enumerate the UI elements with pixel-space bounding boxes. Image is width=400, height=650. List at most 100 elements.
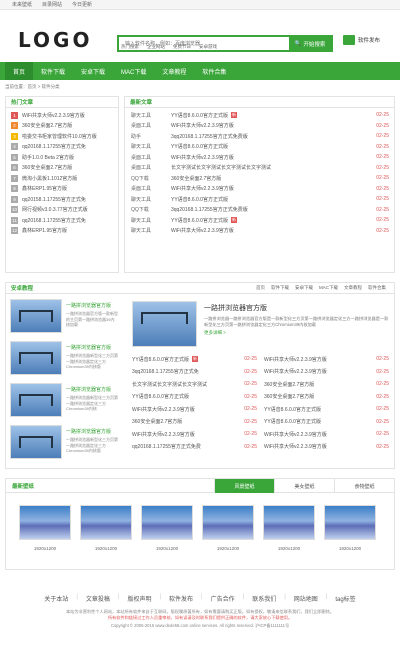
article-title[interactable]: YY语音8.6.0.0官方正式版 <box>171 196 228 203</box>
hot-search-link[interactable]: 免费节日 <box>173 44 191 50</box>
article-title[interactable]: 3qq20168.1.17255官方正式免费版 <box>171 206 248 213</box>
list-item[interactable]: 11 qq20168.1.17255官方正式免 <box>6 215 118 226</box>
footer-link[interactable]: 版权声明 <box>127 594 151 603</box>
article-title[interactable]: 助手1.0.0 Beta 2官方版 <box>22 154 74 161</box>
list-item[interactable]: 12 鑫林ERP1.95官方版 <box>6 226 118 237</box>
article-title[interactable]: WiFi共享大师v2.2.3.9官方版 <box>22 112 85 119</box>
list-item[interactable]: 桌面工具 WiFi共享大师v2.2.3.9官方版 02-25 <box>125 152 394 163</box>
article-title[interactable]: YY语音8.6.0.0官方正式版 <box>171 143 228 150</box>
tutorial-tab[interactable]: 首页 <box>256 285 265 291</box>
wallpaper-item[interactable]: 1920x1200 <box>80 505 132 551</box>
more-link[interactable]: 更多详细 > <box>204 330 389 336</box>
wallpaper-thumb[interactable] <box>141 505 193 540</box>
article-title[interactable]: 网行视频v3.0.3.77官方正式版 <box>22 206 88 213</box>
card-title[interactable]: 一路拼浏览器官方版 <box>66 386 118 393</box>
card-thumb[interactable] <box>10 341 62 375</box>
list-item[interactable]: WiFi共享大师v2.2.3.9官方版 02-25 <box>264 353 391 366</box>
article-title[interactable]: 360安全桌面2.7官方版 <box>132 418 182 425</box>
list-item[interactable]: 7 微淘小黑板1.1012官方版 <box>6 173 118 184</box>
card-thumb[interactable] <box>10 299 62 333</box>
wallpaper-item[interactable]: 1920x1200 <box>19 505 71 551</box>
list-item[interactable]: 9 qq20158.1.17255官方正式免 <box>6 194 118 205</box>
list-item[interactable]: 3 啦委交书柜家曾理软件10.0官方版 <box>6 131 118 142</box>
list-item[interactable]: 360安全桌面2.7官方版 02-25 <box>264 378 391 391</box>
feature-title[interactable]: 一路拼浏览器官方版 <box>204 303 389 313</box>
search-button[interactable]: 🔍 开始搜索 <box>289 37 331 50</box>
list-item[interactable]: 5 助手1.0.0 Beta 2官方版 <box>6 152 118 163</box>
top-link[interactable]: 今日更新 <box>72 1 92 8</box>
article-title[interactable]: YY语音8.6.0.0官方正式版 <box>132 393 189 400</box>
list-item[interactable]: 360安全桌面2.7官方版 02-25 <box>264 391 391 404</box>
card-title[interactable]: 一路拼浏览器官方版 <box>66 302 118 309</box>
list-item[interactable]: YY语音8.6.0.0官方正式版 02-25 <box>132 391 259 404</box>
list-item[interactable]: YY语音8.6.0.0官方正式版新 02-25 <box>132 353 259 366</box>
article-title[interactable]: YY语音8.6.0.0官方正式版 <box>171 112 228 119</box>
list-item[interactable]: WiFi共享大师v2.2.3.9官方版 02-25 <box>132 403 259 416</box>
article-title[interactable]: 3qq20168.1.17255官方正式免费版 <box>171 133 248 140</box>
tutorial-tab[interactable]: MAC下载 <box>319 285 338 291</box>
article-title[interactable]: 360安全桌面2.7官方版 <box>22 164 72 171</box>
logo[interactable]: LOGO <box>18 30 92 50</box>
article-title[interactable]: 360安全桌面2.7官方版 <box>264 393 314 400</box>
nav-item[interactable]: 文章教程 <box>154 62 194 80</box>
category-label[interactable]: 聊天工具 <box>131 217 171 224</box>
list-item[interactable]: QQ下载 360安全桌面2.7官方版 02-25 <box>125 173 394 184</box>
article-title[interactable]: WiFi共享大师v2.2.3.9官方版 <box>264 443 327 450</box>
article-title[interactable]: WiFi共享大师v2.2.3.9官方版 <box>132 431 195 438</box>
list-item[interactable]: qq20168.1.17255官方正式免费 02-25 <box>132 441 259 454</box>
wallpaper-tab[interactable]: 食物壁纸 <box>334 479 394 493</box>
nav-home[interactable]: 首页 <box>5 62 34 80</box>
list-item[interactable]: 聊天工具 YY语音8.6.0.0官方正式版 02-25 <box>125 142 394 153</box>
list-item[interactable]: YY语音8.6.0.0官方正式版 02-25 <box>264 403 391 416</box>
article-title[interactable]: qq20168.1.17255官方正式免 <box>22 143 86 150</box>
list-item[interactable]: YY语音8.6.0.0官方正式版 02-25 <box>264 416 391 429</box>
wallpaper-thumb[interactable] <box>263 505 315 540</box>
nav-item[interactable]: 软件下载 <box>33 62 73 80</box>
nav-item[interactable]: MAC下载 <box>113 62 154 80</box>
card-title[interactable]: 一路拼浏览器官方版 <box>66 428 118 435</box>
list-item[interactable]: 6 360安全桌面2.7官方版 <box>6 163 118 174</box>
wallpaper-item[interactable]: 1920x1200 <box>263 505 315 551</box>
footer-link[interactable]: 文章投稿 <box>86 594 110 603</box>
article-title[interactable]: 长文字测试长文字测试长文字测试长文字测试 <box>171 164 271 171</box>
article-title[interactable]: WiFi共享大师v2.2.3.9官方版 <box>171 185 234 192</box>
list-item[interactable]: 360安全桌面2.7官方版 02-25 <box>132 416 259 429</box>
list-item[interactable]: 4 qq20168.1.17255官方正式免 <box>6 142 118 153</box>
tutorial-tab[interactable]: 软件下载 <box>271 285 289 291</box>
article-title[interactable]: WiFi共享大师v2.2.3.9官方版 <box>264 431 327 438</box>
list-item[interactable]: 2 360安全桌面2.7官方版 <box>6 121 118 132</box>
list-item[interactable]: 3qq20168.1.17255官方正式免 02-25 <box>132 366 259 379</box>
article-title[interactable]: 啦委交书柜家曾理软件10.0官方版 <box>22 133 97 140</box>
tutorial-card[interactable]: 一路拼浏览器官方版 一路拼浏览器官方版一款新型的主页第一路拼浏览器39内核加载 <box>10 299 120 341</box>
category-label[interactable]: QQ下载 <box>131 175 171 182</box>
wallpaper-item[interactable]: 1920x1200 <box>202 505 254 551</box>
list-item[interactable]: WiFi共享大师v2.2.3.9官方版 02-25 <box>264 441 391 454</box>
nav-item[interactable]: 安卓下载 <box>73 62 113 80</box>
category-label[interactable]: 聊天工具 <box>131 112 171 119</box>
article-title[interactable]: YY语音8.6.0.0官方正式版 <box>264 418 321 425</box>
article-title[interactable]: 微淘小黑板1.1012官方版 <box>22 175 77 182</box>
wallpaper-tab[interactable]: 美女壁纸 <box>274 479 334 493</box>
tutorial-tab[interactable]: 文章教程 <box>344 285 362 291</box>
wallpaper-tab[interactable]: 风景壁纸 <box>214 479 274 493</box>
category-label[interactable]: 桌面工具 <box>131 154 171 161</box>
footer-link[interactable]: 联系我们 <box>252 594 276 603</box>
footer-link[interactable]: 广告合作 <box>211 594 235 603</box>
article-title[interactable]: 鑫林ERP1.95官方版 <box>22 227 67 234</box>
article-title[interactable]: WiFi共享大师v2.2.3.9官方版 <box>264 368 327 375</box>
wallpaper-item[interactable]: 1920x1200 <box>324 505 376 551</box>
article-title[interactable]: WiFi共享大师v2.2.3.9官方版 <box>171 122 234 129</box>
footer-link[interactable]: 软件发布 <box>169 594 193 603</box>
category-label[interactable]: 聊天工具 <box>131 196 171 203</box>
category-label[interactable]: 桌面工具 <box>131 122 171 129</box>
publish-button[interactable]: 软件发布 <box>343 35 380 45</box>
list-item[interactable]: 桌面工具 WiFi共享大师v2.2.3.9官方版 02-25 <box>125 184 394 195</box>
feature-thumb[interactable] <box>132 301 197 347</box>
list-item[interactable]: WiFi共享大师v2.2.3.9官方版 02-25 <box>264 366 391 379</box>
top-link[interactable]: 目录网站 <box>42 1 62 8</box>
card-thumb[interactable] <box>10 425 62 459</box>
article-title[interactable]: 360安全桌面2.7官方版 <box>22 122 72 129</box>
list-item[interactable]: WiFi共享大师v2.2.3.9官方版 02-25 <box>132 428 259 441</box>
article-title[interactable]: 360安全桌面2.7官方版 <box>171 175 221 182</box>
list-item[interactable]: 聊天工具 YY语音8.6.0.0官方正式版新 02-25 <box>125 110 394 121</box>
